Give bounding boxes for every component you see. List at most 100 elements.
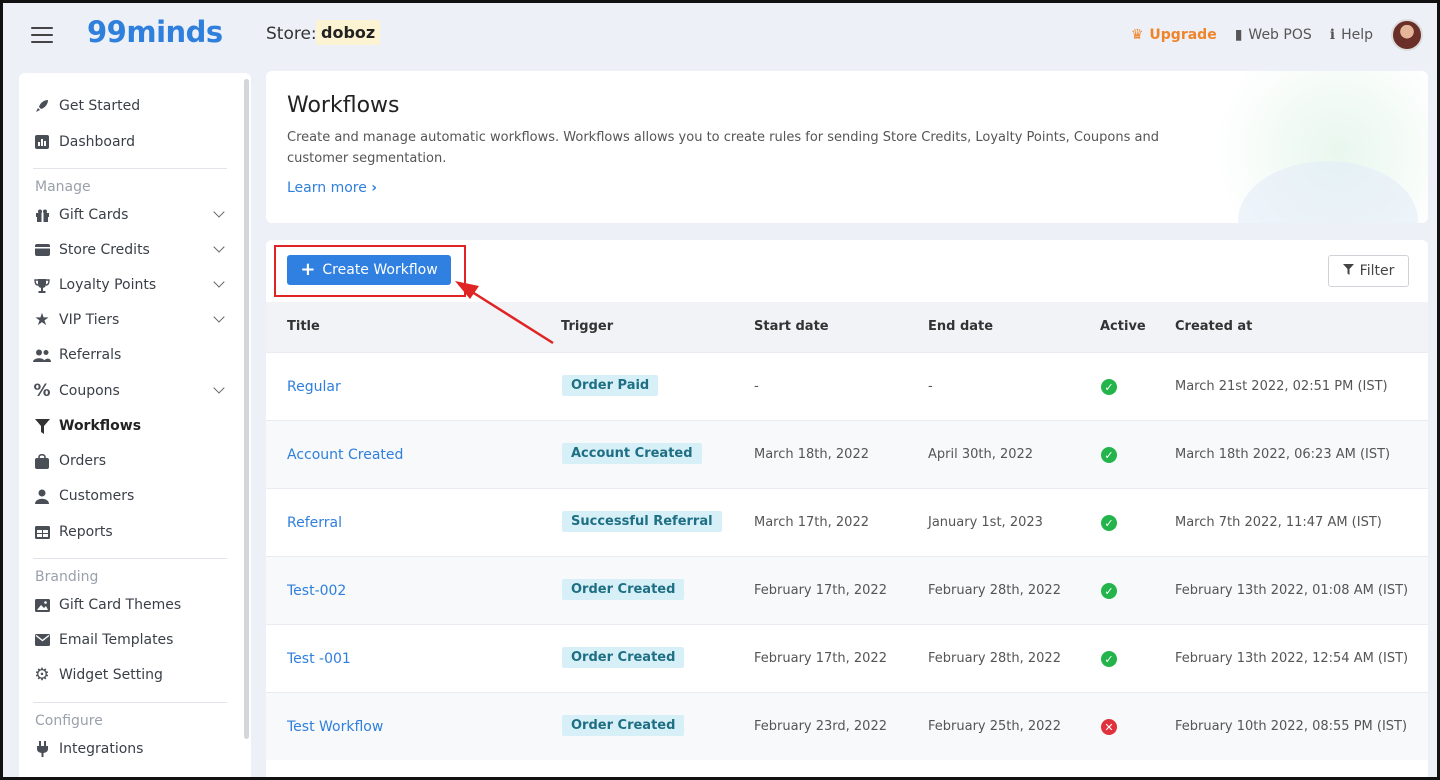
table-icon — [33, 523, 51, 541]
workflow-title-link[interactable]: Test Workflow — [287, 719, 383, 735]
sidebar-item-label: Coupons — [59, 383, 120, 399]
end-date: February 25th, 2022 — [928, 719, 1061, 734]
table-row[interactable]: Test -001 Order Created February 17th, 2… — [266, 624, 1428, 692]
sidebar-item-label: Email Templates — [59, 632, 174, 648]
filter-button[interactable]: Filter — [1328, 255, 1409, 287]
start-date: March 18th, 2022 — [754, 447, 869, 462]
created-at: March 21st 2022, 02:51 PM (IST) — [1175, 379, 1388, 394]
table-row[interactable]: Test Workflow Order Created February 23r… — [266, 692, 1428, 760]
logo[interactable]: 99minds — [87, 15, 223, 49]
sidebar-item-label: Orders — [59, 453, 107, 469]
end-date: April 30th, 2022 — [928, 447, 1034, 462]
sidebar-item-referrals[interactable]: Referrals — [33, 340, 229, 370]
column-header-created-at[interactable]: Created at — [1175, 319, 1252, 334]
wallet-icon — [33, 241, 51, 259]
chevron-down-icon — [213, 382, 225, 394]
created-at: February 13th 2022, 12:54 AM (IST) — [1175, 651, 1409, 666]
trigger-badge: Order Created — [562, 579, 685, 600]
workflow-title-link[interactable]: Test-002 — [287, 583, 346, 599]
start-date: - — [754, 379, 759, 394]
menu-icon[interactable] — [31, 27, 53, 43]
sidebar-item-coupons[interactable]: % Coupons — [33, 376, 229, 406]
chart-icon — [33, 133, 51, 151]
end-date: February 28th, 2022 — [928, 651, 1061, 666]
sidebar-item-store-credits[interactable]: Store Credits — [33, 235, 229, 265]
avatar[interactable] — [1391, 19, 1423, 51]
start-date: February 17th, 2022 — [754, 583, 887, 598]
info-icon: i — [1329, 27, 1336, 43]
sidebar-item-loyalty-points[interactable]: Loyalty Points — [33, 270, 229, 300]
sidebar-section-manage: Manage — [35, 179, 91, 195]
sidebar-divider — [33, 702, 227, 703]
crown-icon: ♛ — [1130, 27, 1144, 43]
workflows-header-card: Workflows Create and manage automatic wo… — [266, 71, 1428, 223]
created-at: March 18th 2022, 06:23 AM (IST) — [1175, 447, 1391, 462]
sidebar-item-widget-setting[interactable]: ⚙ Widget Setting — [33, 660, 229, 690]
sidebar-item-email-templates[interactable]: Email Templates — [33, 625, 229, 655]
sidebar-item-workflows[interactable]: Workflows — [33, 411, 229, 441]
gift-icon — [33, 206, 51, 224]
sidebar-item-gift-card-themes[interactable]: Gift Card Themes — [33, 590, 229, 620]
percent-icon: % — [33, 381, 51, 401]
mouse-icon: ▮ — [1234, 27, 1243, 43]
table-row[interactable]: Account Created Account Created March 18… — [266, 420, 1428, 488]
table-row[interactable]: Test-002 Order Created February 17th, 20… — [266, 556, 1428, 624]
active-check-icon: ✓ — [1101, 515, 1117, 531]
web-pos-label: Web POS — [1248, 27, 1312, 43]
active-check-icon: ✓ — [1101, 583, 1117, 599]
create-workflow-label: Create Workflow — [322, 262, 438, 278]
sidebar-item-label: Referrals — [59, 347, 122, 363]
sidebar-item-label: Integrations — [59, 741, 144, 757]
upgrade-label: Upgrade — [1149, 27, 1217, 43]
column-header-trigger[interactable]: Trigger — [561, 319, 613, 334]
trophy-icon — [33, 276, 51, 294]
sidebar-section-configure: Configure — [35, 713, 103, 729]
store-label: Store: — [266, 24, 317, 44]
active-check-icon: ✓ — [1101, 379, 1117, 395]
store-name[interactable]: doboz — [316, 20, 381, 45]
sidebar-item-reports[interactable]: Reports — [33, 517, 229, 547]
upgrade-link[interactable]: ♛ Upgrade — [1131, 27, 1217, 43]
table-row[interactable]: Regular Order Paid - - ✓ March 21st 2022… — [266, 352, 1428, 420]
sidebar-item-gift-cards[interactable]: Gift Cards — [33, 200, 229, 230]
sidebar-item-label: VIP Tiers — [59, 312, 120, 328]
chevron-down-icon — [213, 241, 225, 253]
column-header-title[interactable]: Title — [287, 319, 320, 334]
sidebar-item-vip-tiers[interactable]: ★ VIP Tiers — [33, 305, 229, 335]
workflow-title-link[interactable]: Account Created — [287, 447, 403, 463]
plug-icon — [33, 740, 51, 758]
workflow-title-link[interactable]: Referral — [287, 515, 342, 531]
sidebar-item-integrations[interactable]: Integrations — [33, 734, 229, 764]
filter-label: Filter — [1359, 263, 1395, 279]
table-header: Title Trigger Start date End date Active… — [266, 302, 1428, 352]
workflow-title-link[interactable]: Regular — [287, 379, 341, 395]
star-icon: ★ — [34, 310, 50, 330]
create-workflow-button[interactable]: + Create Workflow — [287, 255, 451, 285]
sidebar-item-dashboard[interactable]: Dashboard — [33, 127, 229, 157]
rocket-icon — [33, 97, 51, 115]
trigger-badge: Order Created — [562, 647, 685, 668]
table-row[interactable]: Referral Successful Referral March 17th,… — [266, 488, 1428, 556]
sidebar-item-label: Workflows — [59, 418, 142, 434]
sidebar-item-orders[interactable]: Orders — [33, 446, 229, 476]
column-header-start-date[interactable]: Start date — [754, 319, 829, 334]
created-at: March 7th 2022, 11:47 AM (IST) — [1175, 515, 1382, 530]
sidebar-item-customers[interactable]: Customers — [33, 481, 229, 511]
chevron-down-icon — [213, 276, 225, 288]
web-pos-link[interactable]: ▮ Web POS — [1235, 27, 1312, 43]
funnel-icon — [33, 417, 51, 435]
trigger-badge: Account Created — [562, 443, 702, 464]
created-at: February 13th 2022, 01:08 AM (IST) — [1175, 583, 1409, 598]
trigger-badge: Order Paid — [562, 375, 659, 396]
workflow-title-link[interactable]: Test -001 — [287, 651, 351, 667]
sidebar-item-get-started[interactable]: Get Started — [33, 91, 229, 121]
learn-more-link[interactable]: Learn more › — [287, 180, 377, 196]
column-header-end-date[interactable]: End date — [928, 319, 993, 334]
column-header-active[interactable]: Active — [1100, 319, 1146, 334]
help-link[interactable]: i Help — [1330, 27, 1373, 43]
end-date: January 1st, 2023 — [928, 515, 1043, 530]
sidebar-scrollbar[interactable] — [244, 79, 249, 739]
chevron-right-icon: › — [371, 180, 378, 196]
top-actions: ♛ Upgrade ▮ Web POS i Help — [1131, 17, 1423, 53]
chevron-down-icon — [213, 206, 225, 218]
